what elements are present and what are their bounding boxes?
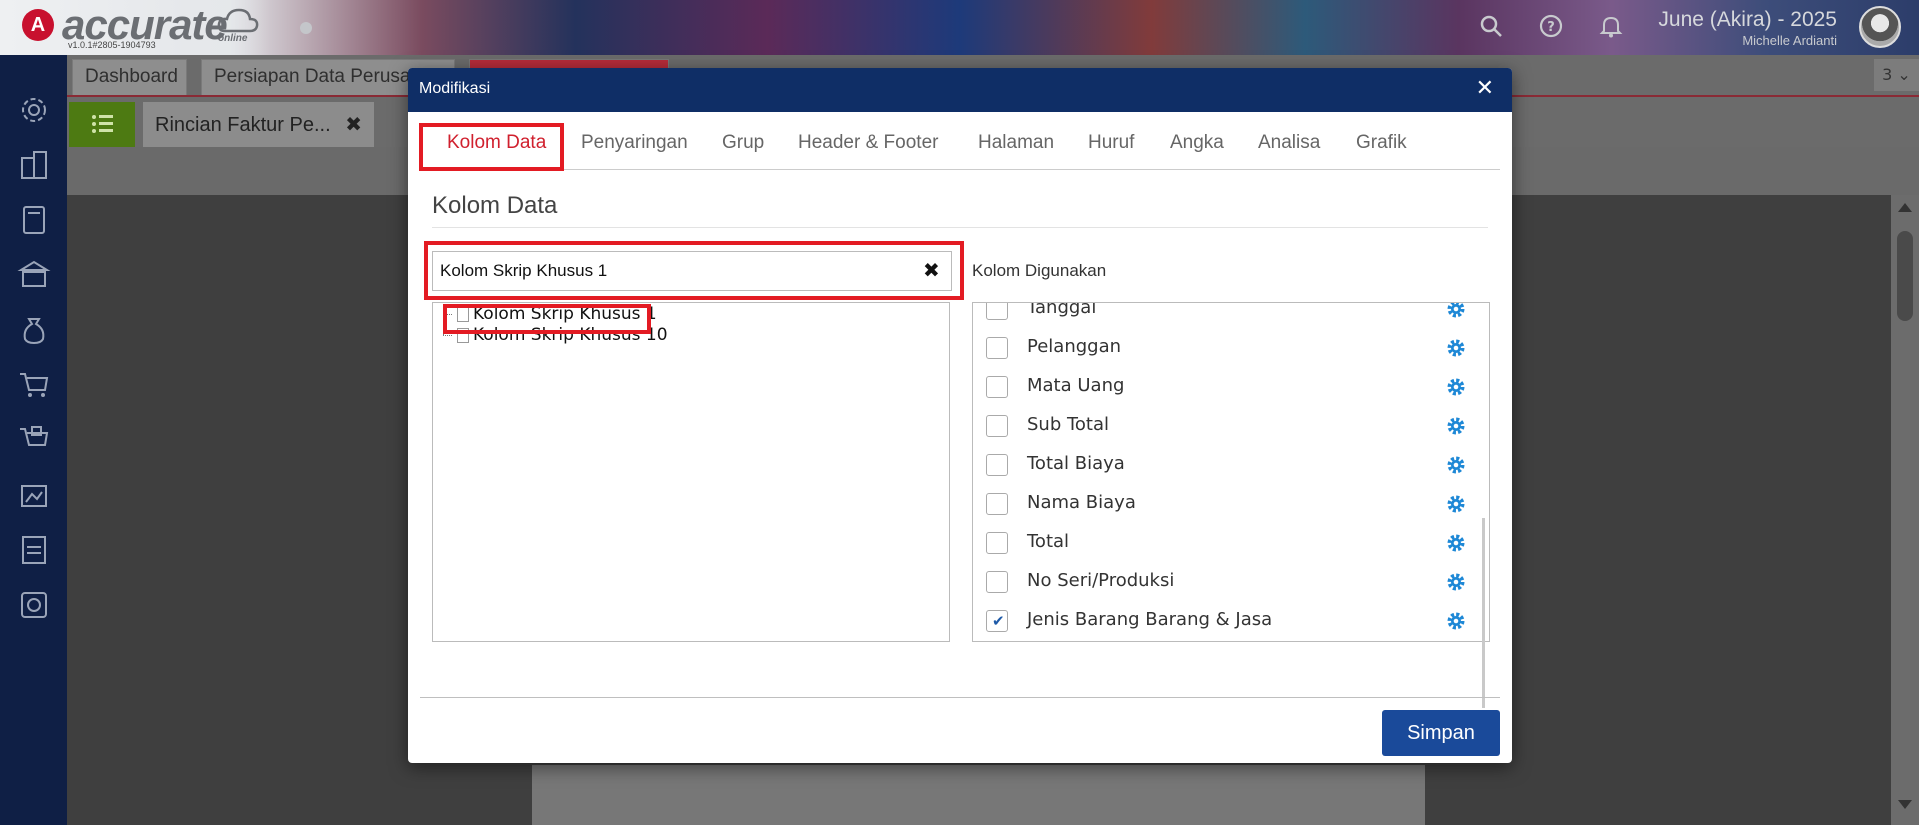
checkmark-icon: ✔: [992, 612, 1005, 630]
used-row-no-seri-produksi[interactable]: No Seri/Produksi: [973, 562, 1478, 601]
checkbox[interactable]: [986, 415, 1008, 437]
gear-icon[interactable]: [1445, 376, 1467, 398]
used-row-label: Nama Biaya: [1027, 492, 1136, 513]
used-list-scrollbar[interactable]: [1482, 518, 1485, 708]
scroll-up-arrow-icon[interactable]: [1898, 203, 1912, 212]
sidebar: [0, 55, 67, 825]
report-chart-icon[interactable]: [17, 588, 51, 622]
used-row-pelanggan[interactable]: Pelanggan: [973, 328, 1478, 367]
close-icon[interactable]: ✕: [1476, 76, 1494, 101]
status-dot: [300, 22, 312, 34]
used-row-mata-uang[interactable]: Mata Uang: [973, 367, 1478, 406]
tab-analisa[interactable]: Analisa: [1258, 132, 1320, 154]
dialog-header: Modifikasi ✕: [408, 68, 1512, 112]
report-page: [532, 765, 1425, 825]
gear-icon[interactable]: [1445, 571, 1467, 593]
cloud-icon: [217, 8, 259, 33]
dialog-title: Modifikasi: [419, 80, 491, 97]
used-row-label: Sub Total: [1027, 414, 1110, 435]
checkbox[interactable]: [986, 454, 1008, 476]
scroll-down-arrow-icon[interactable]: [1898, 800, 1912, 809]
gear-icon[interactable]: [1445, 610, 1467, 632]
used-row-sub-total[interactable]: Sub Total: [973, 406, 1478, 445]
gear-icon[interactable]: [1445, 532, 1467, 554]
logo-online: online: [218, 33, 248, 44]
viewer-scrollbar[interactable]: [1891, 195, 1919, 825]
used-row-label: Jenis Barang Barang & Jasa: [1027, 609, 1273, 630]
checkbox-checked[interactable]: ✔: [986, 610, 1008, 632]
gear-icon[interactable]: [1445, 337, 1467, 359]
list-icon: [92, 115, 113, 133]
scroll-thumb[interactable]: [1897, 231, 1913, 321]
gear-icon[interactable]: [1445, 454, 1467, 476]
used-row-jenis-barang[interactable]: ✔ Jenis Barang Barang & Jasa: [973, 601, 1478, 640]
used-row-total-biaya[interactable]: Total Biaya: [973, 445, 1478, 484]
tab-grafik[interactable]: Grafik: [1356, 132, 1407, 154]
tab-halaman[interactable]: Halaman: [978, 132, 1054, 154]
used-row-label: Tanggal: [1027, 302, 1097, 318]
dialog-tabs: Kolom Data Penyaringan Grup Header & Foo…: [420, 124, 1500, 170]
gear-icon[interactable]: [1445, 493, 1467, 515]
used-row-tanggal[interactable]: Tanggal: [973, 302, 1478, 328]
used-columns-label: Kolom Digunakan: [972, 261, 1107, 280]
ledger-book-icon[interactable]: [17, 203, 51, 237]
money-bag-icon[interactable]: [17, 313, 51, 347]
top-header: A accurate online v1.0.1#2805-1904793 ? …: [0, 0, 1919, 55]
checkbox[interactable]: [986, 376, 1008, 398]
checkbox[interactable]: [986, 337, 1008, 359]
tab-grup[interactable]: Grup: [722, 132, 764, 154]
footer-divider: [420, 697, 1500, 698]
checkbox[interactable]: [986, 303, 1008, 320]
modifikasi-dialog: Modifikasi ✕ Kolom Data Penyaringan Grup…: [408, 68, 1512, 763]
used-row-nama-biaya[interactable]: Nama Biaya: [973, 484, 1478, 523]
user-subtitle: Michelle Ardianti: [1742, 33, 1837, 48]
gear-icon[interactable]: [1445, 415, 1467, 437]
help-icon[interactable]: ?: [1538, 13, 1564, 39]
checkbox[interactable]: [986, 571, 1008, 593]
section-divider: [432, 227, 1488, 228]
highlight-box-tree-item: [443, 304, 651, 334]
close-tab-icon[interactable]: ✖: [345, 102, 362, 148]
used-row-label: Total Biaya: [1027, 453, 1125, 474]
used-row-total[interactable]: Total: [973, 523, 1478, 562]
menu-list-button[interactable]: [69, 102, 135, 147]
tab-header-footer[interactable]: Header & Footer: [798, 132, 938, 154]
save-button[interactable]: Simpan: [1382, 710, 1500, 756]
company-building-icon[interactable]: [17, 148, 51, 182]
avatar[interactable]: [1859, 6, 1901, 48]
gear-icon[interactable]: [1445, 302, 1467, 320]
tab-rincian-faktur[interactable]: Rincian Faktur Pe... ✖: [143, 102, 374, 149]
tax-icon[interactable]: [17, 533, 51, 567]
user-name[interactable]: June (Akira) - 2025: [1658, 8, 1837, 32]
accurate-logo-icon: A: [22, 9, 54, 41]
checkbox[interactable]: [986, 532, 1008, 554]
checkbox[interactable]: [986, 493, 1008, 515]
tab-dashboard[interactable]: Dashboard: [72, 59, 187, 95]
section-title: Kolom Data: [432, 192, 558, 219]
highlight-box-search: [424, 241, 964, 300]
settings-gear-icon[interactable]: [17, 93, 51, 127]
bell-icon[interactable]: [1598, 13, 1624, 39]
used-row-label: Mata Uang: [1027, 375, 1125, 396]
used-columns-list: Tanggal Pelanggan Mata Uang Sub Total To…: [972, 302, 1490, 642]
tab-huruf[interactable]: Huruf: [1088, 132, 1134, 154]
logo[interactable]: A accurate online v1.0.1#2805-1904793: [0, 0, 270, 55]
tab-penyaringan[interactable]: Penyaringan: [581, 132, 688, 154]
svg-text:?: ?: [1547, 20, 1555, 35]
purchase-cart-icon[interactable]: [17, 423, 51, 457]
sales-cart-icon[interactable]: [17, 368, 51, 402]
available-columns-tree: Kolom Skrip Khusus 1 Kolom Skrip Khusus …: [432, 302, 950, 642]
tab-angka[interactable]: Angka: [1170, 132, 1224, 154]
rows-select[interactable]: 3 ⌄: [1874, 59, 1919, 91]
bank-icon[interactable]: [17, 258, 51, 292]
version-text: v1.0.1#2805-1904793: [68, 40, 156, 50]
highlight-box-tab: [419, 123, 564, 171]
inventory-icon[interactable]: [17, 478, 51, 512]
tab-rincian-faktur-label: Rincian Faktur Pe...: [155, 114, 331, 136]
search-icon[interactable]: [1478, 13, 1504, 39]
used-row-label: Total: [1027, 531, 1070, 552]
tree-connector: [443, 335, 452, 336]
used-row-label: No Seri/Produksi: [1027, 570, 1175, 591]
used-row-label: Pelanggan: [1027, 336, 1122, 357]
